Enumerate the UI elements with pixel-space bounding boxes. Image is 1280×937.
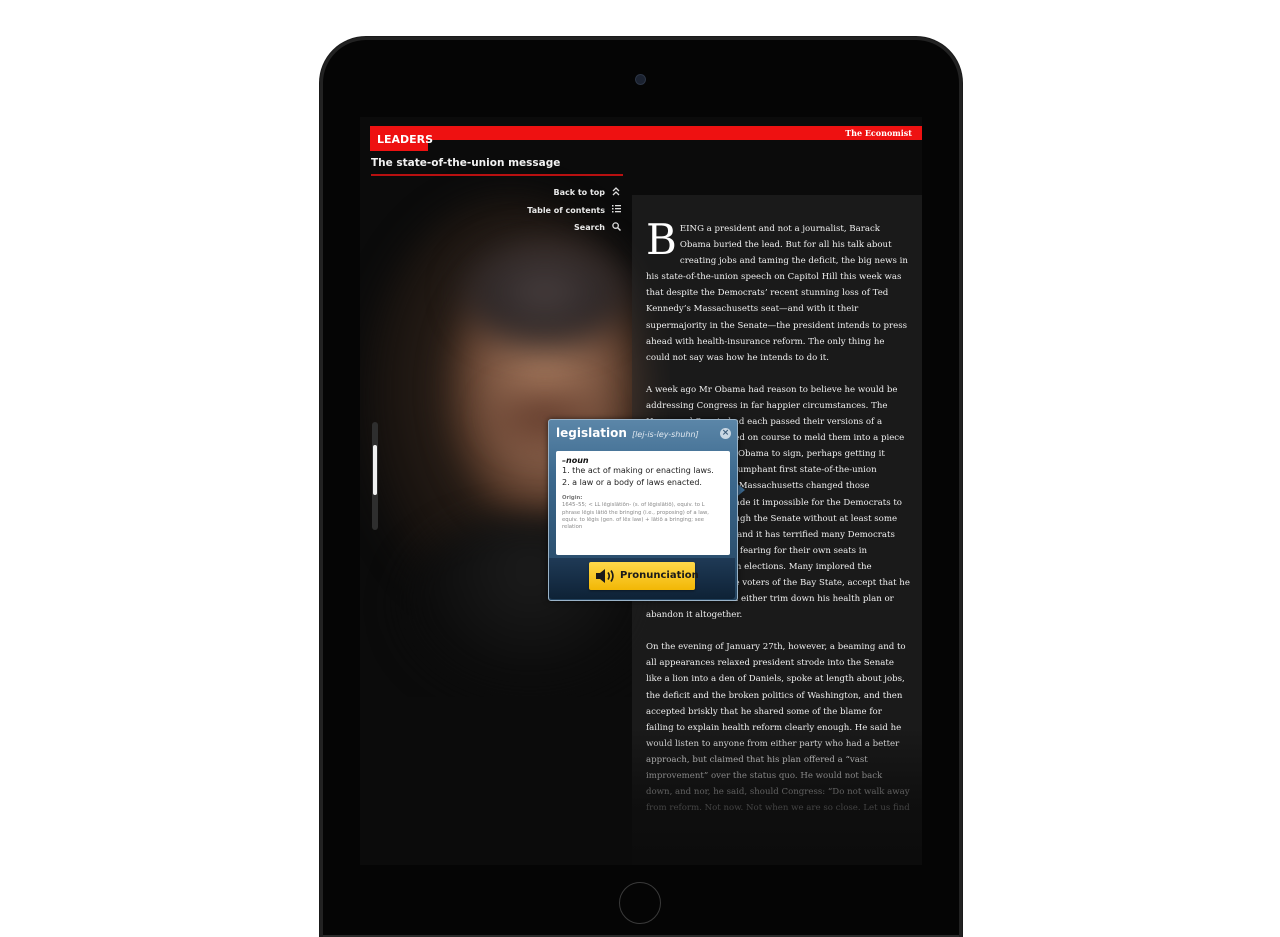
dictionary-word: legislation	[556, 426, 627, 440]
search-link[interactable]: Search	[422, 219, 622, 237]
pronunciation-label: Pronunciation	[620, 570, 699, 581]
popover-header: legislation [lej-is-ley-shuhn]	[556, 426, 699, 440]
headline-divider	[371, 174, 623, 176]
part-of-speech: –noun	[562, 456, 589, 465]
list-icon	[610, 204, 622, 216]
paragraph-1: B EING a president and not a journalist, …	[646, 215, 910, 366]
back-to-top-link[interactable]: Back to top	[422, 184, 622, 202]
article-nav: Back to top Table of contents Search	[422, 184, 622, 237]
screen: LEADERS The Economist The state-of-the-u…	[360, 117, 922, 865]
home-button[interactable]	[619, 882, 661, 924]
close-icon[interactable]: ×	[720, 428, 731, 439]
page-scroll-thumb[interactable]	[373, 445, 377, 495]
popover-footer: Pronunciation	[549, 558, 735, 599]
speaker-icon	[595, 568, 617, 584]
tablet-frame: LEADERS The Economist The state-of-the-u…	[320, 37, 962, 937]
dictionary-popover: legislation [lej-is-ley-shuhn] × –noun 1.…	[548, 419, 738, 601]
back-to-top-label: Back to top	[553, 188, 606, 198]
definition-1: 1. the act of making or enacting laws.	[562, 466, 714, 475]
origin-label: Origin:	[562, 495, 583, 501]
definition-panel: –noun 1. the act of making or enacting l…	[556, 451, 730, 555]
paragraph-1-text: EING a president and not a journalist, B…	[646, 224, 908, 363]
pronunciation-button[interactable]: Pronunciation	[589, 562, 699, 590]
dictionary-pronunciation: [lej-is-ley-shuhn]	[631, 430, 699, 439]
double-chevron-up-icon	[610, 186, 622, 199]
definition-2: 2. a law or a body of laws enacted.	[562, 478, 702, 487]
table-of-contents-label: Table of contents	[527, 205, 605, 215]
brand-label: The Economist	[845, 128, 912, 138]
origin-block: Origin: 1645–55; < LL lēgislātiōn- (s. o…	[562, 495, 724, 531]
drop-cap: B	[646, 215, 677, 264]
section-bar	[370, 126, 922, 140]
front-camera	[636, 75, 645, 84]
article-fade	[632, 727, 922, 865]
section-label[interactable]: LEADERS	[370, 126, 433, 151]
magnifier-icon	[610, 221, 622, 234]
article-headline: The state-of-the-union message	[371, 157, 561, 169]
search-label: Search	[574, 223, 605, 233]
origin-text: 1645–55; < LL lēgislātiōn- (s. of lēgisl…	[562, 502, 709, 531]
table-of-contents-link[interactable]: Table of contents	[422, 202, 622, 220]
